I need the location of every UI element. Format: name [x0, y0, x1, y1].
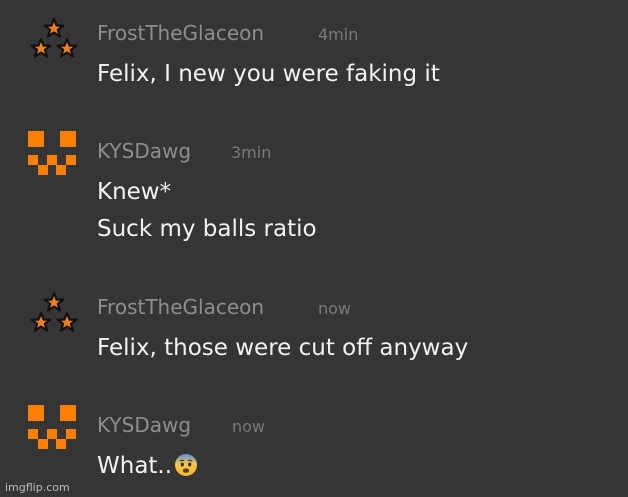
username[interactable]: FrostTheGlaceon: [97, 21, 264, 45]
username[interactable]: KYSDawg: [97, 139, 191, 163]
pixel-face-icon: [28, 131, 76, 175]
avatar[interactable]: [26, 291, 82, 339]
timestamp: 4min: [318, 25, 359, 44]
message-text: Knew*: [97, 179, 172, 205]
pixel-face-icon: [28, 405, 76, 449]
avatar[interactable]: [26, 403, 82, 451]
timestamp: 3min: [231, 143, 272, 162]
fearful-face-emoji-icon: [175, 454, 198, 476]
username[interactable]: KYSDawg: [97, 413, 191, 437]
username[interactable]: FrostTheGlaceon: [97, 295, 264, 319]
message-text-content: What..: [97, 453, 173, 479]
watermark: imgflip.com: [5, 481, 70, 494]
message-text: Suck my balls ratio: [97, 216, 317, 242]
timestamp: now: [318, 299, 352, 318]
avatar[interactable]: [26, 17, 82, 65]
timestamp: now: [232, 417, 266, 436]
message-text: What..: [97, 450, 198, 482]
message-text: Felix, I new you were faking it: [97, 61, 440, 87]
star-triangle-icon: [30, 291, 78, 332]
message-text: Felix, those were cut off anyway: [97, 335, 469, 361]
star-triangle-icon: [30, 17, 78, 58]
avatar[interactable]: [26, 129, 82, 177]
